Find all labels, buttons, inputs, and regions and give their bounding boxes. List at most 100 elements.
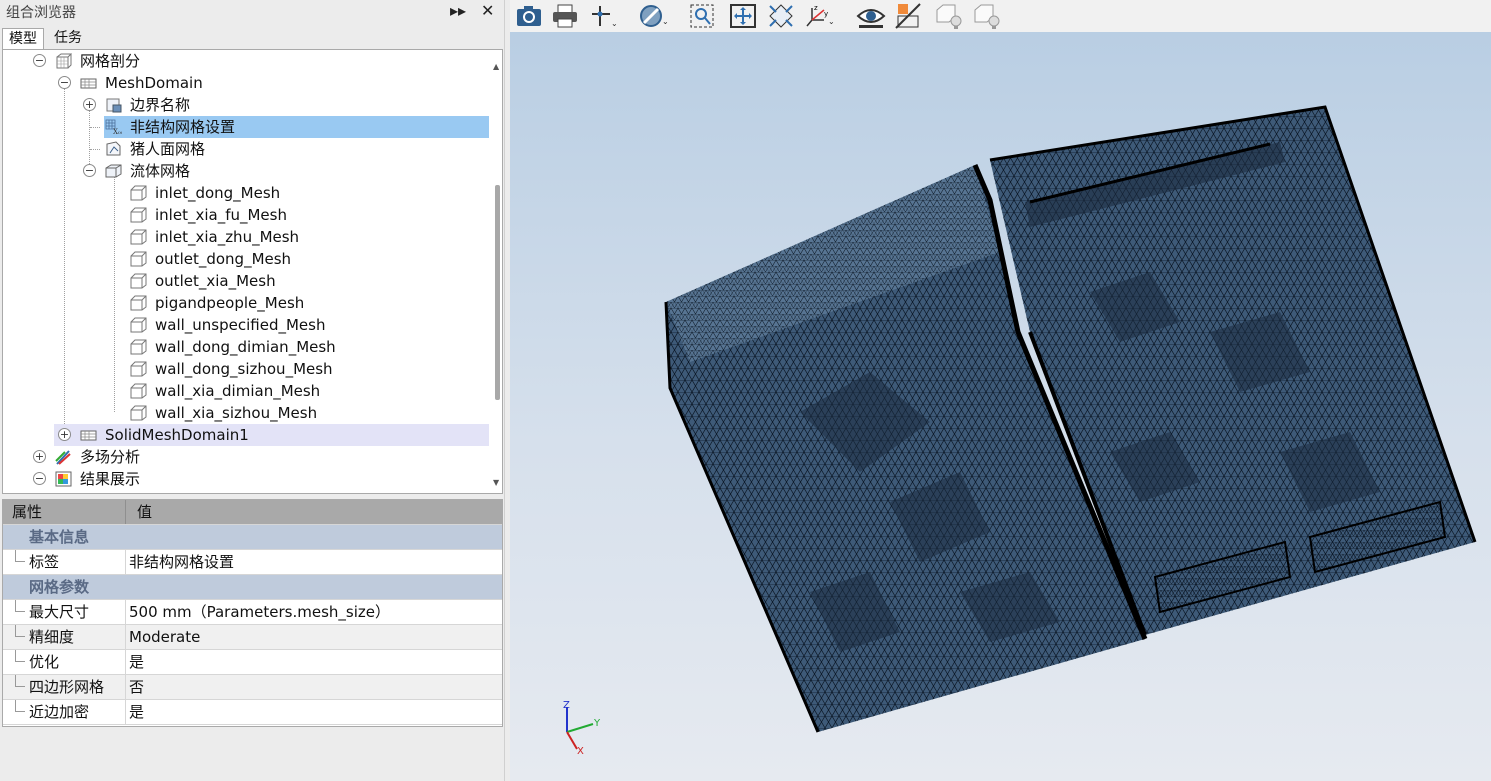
tree-label: wall_unspecified_Mesh (155, 316, 326, 334)
property-row-label[interactable]: 标签 非结构网格设置 (3, 550, 502, 575)
property-value[interactable]: Moderate (129, 625, 200, 649)
svg-text:X₀₀: X₀₀ (113, 128, 122, 135)
tree-label: MeshDomain (105, 74, 203, 92)
print-icon[interactable] (550, 2, 580, 30)
collapse-icon[interactable]: − (83, 164, 96, 177)
tree-label: wall_dong_dimian_Mesh (155, 338, 336, 356)
pan-icon[interactable] (728, 2, 758, 30)
tree-node-mesh-item[interactable]: outlet_dong_Mesh (129, 248, 329, 270)
tree-node-mesh-item[interactable]: wall_xia_dimian_Mesh (129, 380, 349, 402)
tab-task[interactable]: 任务 (48, 28, 88, 49)
tree-node-mesh-root[interactable]: − 网格剖分 (29, 50, 269, 72)
mesh-block-icon (130, 229, 147, 245)
combo-browser-panel: 组合浏览器 ▸▸ ✕ 模型 任务 − 网格剖分 − MeshDomain + 边… (0, 0, 505, 781)
property-value[interactable]: 非结构网格设置 (129, 550, 234, 574)
tree-scrollbar[interactable]: ▲ ▼ (493, 50, 502, 493)
panel-titlebar: 组合浏览器 ▸▸ ✕ (0, 0, 505, 24)
property-key: 优化 (29, 653, 60, 671)
collapse-icon[interactable]: − (58, 76, 71, 89)
property-value[interactable]: 否 (129, 675, 144, 699)
zoom-box-icon[interactable] (688, 2, 718, 30)
property-row-max-size[interactable]: 最大尺寸 500 mm（Parameters.mesh_size） (3, 600, 502, 625)
close-panel-icon[interactable]: ✕ (481, 1, 494, 20)
tree-node-solid-domain[interactable]: + SolidMeshDomain1 (54, 424, 489, 446)
category-basic[interactable]: 基本信息 (3, 525, 502, 550)
expand-icon[interactable]: + (58, 428, 71, 441)
tree-node-mesh-item[interactable]: outlet_xia_Mesh (129, 270, 329, 292)
tab-model[interactable]: 模型 (2, 28, 44, 49)
tree-node-mesh-item[interactable]: wall_unspecified_Mesh (129, 314, 349, 336)
category-label: 网格参数 (29, 578, 90, 596)
tree-label: 多场分析 (80, 448, 141, 466)
tree-label: wall_dong_sizhou_Mesh (155, 360, 333, 378)
scroll-up-icon[interactable]: ▲ (493, 62, 499, 71)
tree-node-mesh-item[interactable]: inlet_xia_fu_Mesh (129, 204, 329, 226)
mesh-block-icon (130, 251, 147, 267)
property-key: 标签 (29, 553, 60, 571)
tree-label: wall_xia_sizhou_Mesh (155, 404, 318, 422)
tree-node-mesh-item[interactable]: inlet_xia_zhu_Mesh (129, 226, 329, 248)
tree-node-mesh-item[interactable]: wall_dong_dimian_Mesh (129, 336, 349, 358)
tree-label: inlet_dong_Mesh (155, 184, 281, 202)
tree-node-mesh-item[interactable]: wall_xia_sizhou_Mesh (129, 402, 349, 424)
tree-label: inlet_xia_fu_Mesh (155, 206, 287, 224)
expand-panel-icon[interactable]: ▸▸ (450, 1, 466, 20)
axis-x-label: X (577, 746, 584, 757)
visibility-eye-icon[interactable] (856, 2, 886, 30)
tree-node-mesh-item[interactable]: wall_dong_sizhou_Mesh (129, 358, 349, 380)
property-key: 四边形网格 (29, 678, 105, 696)
property-row-quad[interactable]: 四边形网格 否 (3, 675, 502, 700)
view-orientation-icon[interactable]: zy⌄ (804, 2, 834, 30)
property-row-fineness[interactable]: 精细度 Moderate (3, 625, 502, 650)
tree-node-mesh-domain[interactable]: − MeshDomain (54, 72, 294, 94)
results-icon (55, 471, 72, 487)
tree-node-mesh-item[interactable]: inlet_dong_Mesh (129, 182, 329, 204)
mesh-block-icon (130, 383, 147, 399)
mesh-settings-icon: X₀₀ (105, 119, 122, 135)
tree-label: wall_xia_dimian_Mesh (155, 382, 321, 400)
mesh-block-icon (130, 317, 147, 333)
tree-node-pig-face-mesh[interactable]: 猪人面网格 (104, 138, 304, 160)
property-row-refine[interactable]: 近边加密 是 (3, 700, 502, 725)
tree-label: 流体网格 (130, 162, 191, 180)
tree-node-boundary-names[interactable]: + 边界名称 (79, 94, 279, 116)
collapse-icon[interactable]: − (33, 472, 46, 485)
header-property: 属性 (12, 503, 43, 521)
mesh-block-icon (130, 405, 147, 421)
tree-node-unstructured-settings[interactable]: X₀₀ 非结构网格设置 (104, 116, 489, 138)
property-value[interactable]: 500 mm（Parameters.mesh_size） (129, 600, 390, 624)
tree-node-multiphysics[interactable]: + 多场分析 (29, 446, 229, 468)
light-bulb-icon[interactable] (972, 2, 1002, 30)
section-plane-icon[interactable]: ⌄ (638, 2, 668, 30)
domain-grid-icon (80, 430, 97, 441)
scroll-thumb[interactable] (495, 185, 500, 400)
mesh-block-icon (130, 361, 147, 377)
clip-plane-icon[interactable] (894, 2, 924, 30)
tree-node-mesh-item[interactable]: pigandpeople_Mesh (129, 292, 329, 314)
fit-all-icon[interactable] (766, 2, 796, 30)
axis-z-label: Z (563, 700, 570, 711)
expand-icon[interactable]: + (83, 98, 96, 111)
3d-viewport[interactable]: Z Y X (510, 32, 1491, 781)
tree-label: pigandpeople_Mesh (155, 294, 305, 312)
mesh-block-icon (130, 339, 147, 355)
axis-y-label: Y (593, 718, 601, 729)
property-value[interactable]: 是 (129, 700, 144, 724)
axis-cross-icon[interactable]: ⌄ (588, 2, 618, 30)
mesh-render[interactable]: Z Y X (510, 32, 1491, 781)
domain-grid-icon (80, 78, 97, 89)
property-value[interactable]: 是 (129, 650, 144, 674)
tree-label: outlet_xia_Mesh (155, 272, 276, 290)
mesh-block-icon (130, 295, 147, 311)
camera-icon[interactable] (514, 2, 544, 30)
property-row-optimize[interactable]: 优化 是 (3, 650, 502, 675)
expand-icon[interactable]: + (33, 450, 46, 463)
collapse-icon[interactable]: − (33, 54, 46, 67)
scroll-down-icon[interactable]: ▼ (493, 478, 499, 487)
light-box-icon[interactable] (934, 2, 964, 30)
tree-node-fluid-mesh[interactable]: − 流体网格 (79, 160, 279, 182)
svg-text:z: z (814, 4, 818, 12)
svg-text:⌄: ⌄ (611, 19, 618, 28)
tree-node-results[interactable]: − 结果展示 (29, 468, 229, 490)
category-mesh[interactable]: 网格参数 (3, 575, 502, 600)
